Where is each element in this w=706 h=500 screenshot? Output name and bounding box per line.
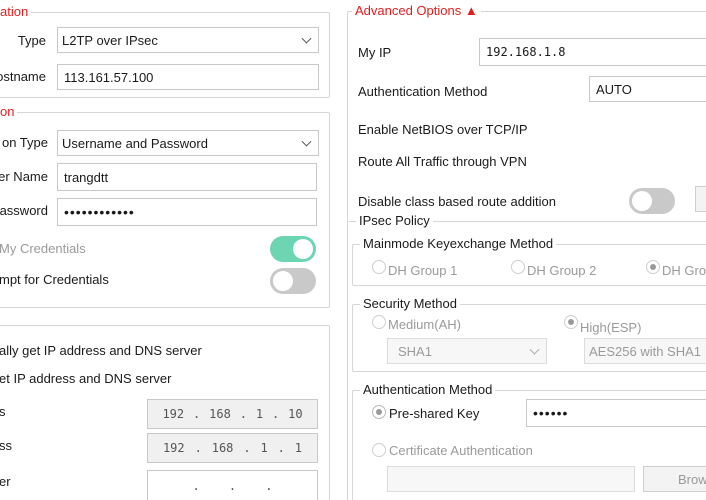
dh-group-2-radio[interactable] [511,260,525,274]
ip-dot: . [192,479,200,493]
high-encryption-select[interactable]: AES256 with SHA1 [584,338,706,364]
ip-octet: 168 [211,441,234,455]
type-label: Type [17,33,46,48]
ip-octet: 10 [288,407,303,421]
ip-octet: 1 [294,441,303,455]
chevron-down-icon [529,344,540,355]
prompt-credentials-toggle[interactable] [270,268,316,294]
user-name-label: er Name [0,169,48,184]
certificate-path-input[interactable] [387,466,635,492]
medium-hash-value: SHA1 [398,343,432,359]
disable-class-route-label: Disable class based route addition [358,194,557,209]
auth-type-label: on Type [1,135,48,150]
ip-dot: . [265,479,273,493]
medium-ah-radio[interactable] [372,315,386,329]
pre-shared-key-label: Pre-shared Key [389,406,480,421]
ip-octet: 1 [260,441,268,455]
connection-group-legend: ation [0,4,32,20]
ip-octet: 192 [162,441,185,455]
auto-ip-radio-label[interactable]: ally get IP address and DNS server [0,343,202,359]
high-esp-label: High(ESP) [580,320,642,335]
ipsec-auth-method-legend: Authentication Method [360,382,496,398]
my-ip-input[interactable]: 192.168.1.8 [479,38,706,66]
high-esp-radio[interactable] [564,315,578,329]
disable-class-route-toggle[interactable] [629,188,675,214]
pre-shared-key-input[interactable]: •••••• [526,399,706,427]
my-ip-label: My IP [358,45,392,60]
pre-shared-key-radio[interactable] [372,405,386,419]
chevron-down-icon [301,136,312,147]
gateway-label: ss [0,438,12,453]
remember-credentials-toggle[interactable] [270,236,316,262]
dh-group-14-radio[interactable] [646,260,660,274]
chevron-down-icon [301,33,312,44]
vpn-type-value: L2TP over IPsec [62,32,158,48]
toggle-knob [273,271,293,291]
gateway-field[interactable]: 192. 168. 1. 1 [147,433,318,463]
dh-group-14-label: DH Gro [662,263,706,278]
vpn-type-select[interactable]: L2TP over IPsec [57,27,319,53]
dh-group-1-label: DH Group 1 [388,263,458,278]
browse-button[interactable]: Brow [643,466,706,492]
ip-address-label: s [0,404,6,419]
advanced-options-toggle[interactable]: Advanced Options ▲ [352,3,481,19]
hostname-input[interactable]: 113.161.57.100 [57,64,319,90]
authentication-group-legend: on [0,104,18,120]
auth-method-select[interactable]: AUTO [589,76,706,102]
ipsec-policy-legend: IPsec Policy [356,213,433,229]
route-all-traffic-label: Route All Traffic through VPN [358,154,527,169]
certificate-auth-label: Certificate Authentication [389,443,533,458]
high-encryption-value: AES256 with SHA1 [589,343,702,359]
medium-hash-select[interactable]: SHA1 [387,338,547,364]
auth-type-select[interactable]: Username and Password [57,130,319,156]
ip-dot: . [228,479,237,493]
manual-ip-radio-label[interactable]: et IP address and DNS server [0,371,171,387]
ip-octet: 168 [209,407,231,421]
ip-octet: 1 [255,407,264,421]
security-method-legend: Security Method [360,296,460,312]
password-input[interactable]: •••••••••••• [57,198,317,226]
netbios-label: Enable NetBIOS over TCP/IP [358,122,528,137]
toggle-knob [293,239,313,259]
toggle-knob [632,191,652,211]
remember-credentials-label: My Credentials [0,241,86,256]
medium-ah-label: Medium(AH) [388,317,461,332]
dns-field[interactable]: . . . [147,470,318,500]
dh-group-1-radio[interactable] [372,260,386,274]
certificate-auth-radio[interactable] [372,443,386,457]
dh-group-2-label: DH Group 2 [527,263,597,278]
dns-label: er [0,474,11,489]
user-name-input[interactable]: trangdtt [57,163,317,191]
ip-address-field[interactable]: 192. 168. 1. 10 [147,399,318,429]
prompt-credentials-label: mpt for Credentials [0,272,109,287]
auth-method-label: Authentication Method [358,84,488,99]
ip-octet: 192 [162,407,185,421]
hostname-label: ostname [0,69,46,84]
auth-type-value: Username and Password [62,135,208,151]
mainmode-legend: Mainmode Keyexchange Method [360,236,557,252]
password-label: assword [0,203,48,218]
partial-button[interactable] [695,186,706,212]
